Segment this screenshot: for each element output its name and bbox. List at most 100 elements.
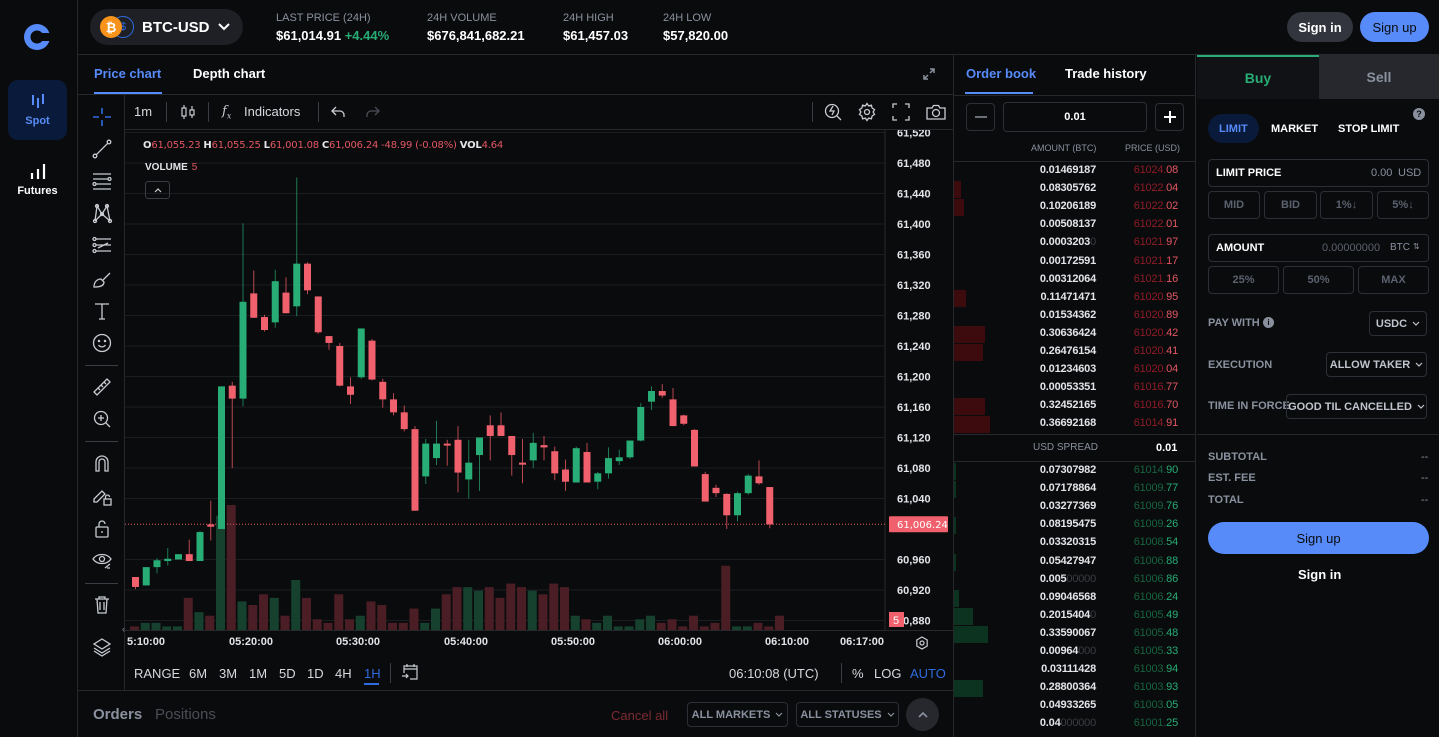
redo-icon[interactable] [366,106,380,121]
eye-icon[interactable] [87,547,117,573]
sign-in-button[interactable]: Sign in [1287,12,1353,42]
settings-gear-icon[interactable] [857,102,877,125]
markets-filter-dropdown[interactable]: ALL MARKETS [687,702,788,727]
execution-dropdown[interactable]: ALLOW TAKER [1326,352,1427,377]
help-icon[interactable]: ? [1413,108,1425,120]
order-type-stop-limit[interactable]: STOP LIMIT [1338,123,1399,135]
price-chart[interactable]: 61,520 61,480 61,440 61,400 61,360 61,320 61,2… [125,130,953,630]
interval-selector[interactable]: 1m [134,104,152,119]
order-book-row[interactable]: 0.28800364 61003.93 [954,679,1196,698]
order-book-row[interactable]: 0.00500000 61006.86 [954,571,1196,589]
order-book-row[interactable]: 0.10206189 61022.02 [954,198,1196,217]
emoji-icon[interactable] [87,330,117,356]
order-book-row[interactable]: 0.00172591 61021.17 [954,253,1196,271]
order-book-row[interactable]: 0.30636424 61020.42 [954,325,1196,343]
layers-icon[interactable] [87,634,117,660]
order-book-row[interactable]: 0.01534362 61020.89 [954,307,1196,325]
order-book-row[interactable]: 0.00964000 61005.33 [954,643,1196,661]
indicators-button[interactable]: Indicators [244,104,300,119]
order-book-row[interactable]: 0.08305762 61022.04 [954,180,1196,199]
pair-selector[interactable]: ₿ $ BTC-USD [90,9,243,45]
order-book-row[interactable]: 0.00508137 61022.01 [954,216,1196,234]
order-book-row[interactable]: 0.36692168 61014.91 [954,415,1196,434]
magnet-icon[interactable] [87,450,117,476]
order-book-row[interactable]: 0.05427947 61006.88 [954,553,1196,571]
order-book-row[interactable]: 0.09046568 61006.24 [954,589,1196,607]
preset-5pct-button[interactable]: 5%↓ [1377,191,1429,219]
percent-toggle[interactable]: % [852,666,864,681]
axis-settings-icon[interactable] [915,636,929,655]
order-book-row[interactable]: 0.26476154 61020.41 [954,343,1196,361]
range-1m[interactable]: 1M [249,666,267,681]
order-book-row[interactable]: 0.00032030 61021.97 [954,234,1196,252]
tab-price-chart[interactable]: Price chart [94,66,161,81]
tab-trade-history[interactable]: Trade history [1065,66,1147,81]
pattern-icon[interactable] [87,200,117,226]
fullscreen-icon[interactable] [892,103,910,124]
preset-mid-button[interactable]: MID [1208,191,1260,219]
horizontal-lines-icon[interactable] [87,168,117,194]
order-book-row[interactable]: 0.03277369 61009.76 [954,498,1196,516]
quick-search-icon[interactable] [823,102,843,125]
order-book-row[interactable]: 0.00312064 61021.16 [954,271,1196,289]
zoom-in-icon[interactable] [87,406,117,432]
swap-unit-icon[interactable]: ⇅ [1413,242,1420,251]
candle-type-icon[interactable] [179,103,197,124]
coinbase-logo[interactable] [22,22,52,52]
preset-bid-button[interactable]: BID [1264,191,1317,219]
order-book-row[interactable]: 0.11471471 61020.95 [954,289,1196,307]
price-increment-input[interactable]: 0.01 [1003,102,1147,132]
unlock-icon[interactable] [87,515,117,541]
text-icon[interactable] [87,298,117,324]
amount-25-button[interactable]: 25% [1208,266,1279,294]
collapse-legend-button[interactable] [145,181,170,199]
order-book-row[interactable]: 0.03111428 61003.94 [954,661,1196,679]
range-1d[interactable]: 1D [307,666,324,681]
buy-tab[interactable]: Buy [1197,55,1319,99]
cancel-all-button[interactable]: Cancel all [611,708,668,723]
crosshair-icon[interactable] [87,104,117,130]
trend-line-icon[interactable] [87,136,117,162]
lock-drawings-icon[interactable] [87,483,117,509]
order-book-row[interactable]: 0.04933265 61003.05 [954,697,1196,715]
order-book-row[interactable]: 0.03320315 61008.54 [954,534,1196,552]
tab-depth-chart[interactable]: Depth chart [193,66,265,81]
ruler-icon[interactable] [87,374,117,400]
increment-button[interactable] [1155,103,1184,131]
order-book-row[interactable]: 0.20154040 61005.49 [954,607,1196,625]
pay-with-dropdown[interactable]: USDC [1369,311,1427,336]
status-filter-dropdown[interactable]: ALL STATUSES [796,702,899,727]
trash-icon[interactable] [87,591,117,617]
range-4h[interactable]: 4H [335,666,352,681]
date-range-icon[interactable] [401,663,419,686]
amount-max-button[interactable]: MAX [1358,266,1429,294]
amount-50-button[interactable]: 50% [1283,266,1354,294]
order-type-limit[interactable]: LIMIT [1219,123,1248,135]
order-book-row[interactable]: 0.01469187 61024.08 [954,162,1196,180]
order-book-row[interactable]: 0.33590067 61005.48 [954,625,1196,643]
brush-icon[interactable] [87,266,117,292]
range-5d[interactable]: 5D [279,666,296,681]
utc-clock[interactable]: 06:10:08 (UTC) [729,666,819,681]
order-book-row[interactable]: 0.07307982 61014.90 [954,462,1196,480]
trade-sign-in-link[interactable]: Sign in [1298,567,1341,582]
log-toggle[interactable]: LOG [874,666,901,681]
sign-up-button[interactable]: Sign up [1360,12,1429,42]
order-book-row[interactable]: 0.07178864 61009.77 [954,480,1196,499]
expand-icon[interactable] [922,67,936,81]
order-type-market[interactable]: MARKET [1271,123,1318,135]
fib-icon[interactable] [87,233,117,259]
order-book-row[interactable]: 0.08195475 61009.26 [954,516,1196,535]
trade-sign-up-button[interactable]: Sign up [1208,522,1429,554]
range-1h[interactable]: 1H [364,666,381,681]
nav-item-spot[interactable]: Spot [8,80,67,140]
tab-order-book[interactable]: Order book [966,66,1036,81]
camera-icon[interactable] [926,103,946,124]
order-book-row[interactable]: 0.32452165 61016.70 [954,397,1196,416]
order-book-row[interactable]: 0.00053351 61016.77 [954,379,1196,397]
sell-tab[interactable]: Sell [1319,55,1439,99]
undo-icon[interactable] [331,106,345,121]
info-icon[interactable]: i [1263,317,1274,328]
preset-1pct-button[interactable]: 1%↓ [1320,191,1373,219]
expand-orders-button[interactable] [906,698,939,731]
